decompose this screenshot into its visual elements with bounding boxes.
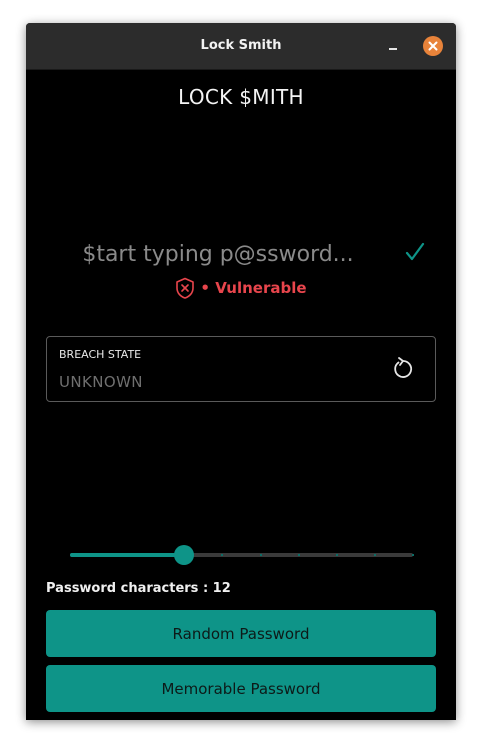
minimize-button[interactable] [386, 38, 402, 54]
memorable-password-button[interactable]: Memorable Password [46, 665, 436, 712]
slider-tick [297, 554, 300, 556]
random-password-button[interactable]: Random Password [46, 610, 436, 657]
refresh-icon[interactable] [390, 356, 416, 382]
slider-fill [70, 553, 185, 557]
breach-state-value: UNKNOWN [59, 373, 143, 391]
slider-tick [259, 554, 262, 556]
app-window: Lock Smith LOCK $MITH • Vulnerable BREAC… [26, 23, 456, 720]
slider-thumb[interactable] [174, 545, 195, 565]
close-icon [428, 41, 438, 51]
slider-tick [221, 554, 224, 556]
breach-state-label: BREACH STATE [59, 348, 142, 361]
length-slider[interactable] [70, 543, 414, 567]
title-bar[interactable]: Lock Smith [26, 23, 456, 70]
app-heading: LOCK $MITH [178, 85, 304, 109]
strength-label: • Vulnerable [200, 279, 307, 297]
breach-state-field: BREACH STATE UNKNOWN [46, 336, 436, 402]
slider-tick [412, 554, 414, 556]
password-input[interactable] [66, 235, 370, 273]
slider-tick [373, 554, 376, 556]
length-label: Password characters : 12 [46, 581, 231, 596]
shield-x-icon [176, 277, 195, 299]
strength-indicator: • Vulnerable [26, 277, 456, 299]
close-button[interactable] [423, 36, 443, 56]
slider-tick [335, 554, 338, 556]
checkmark-icon[interactable] [404, 241, 426, 263]
